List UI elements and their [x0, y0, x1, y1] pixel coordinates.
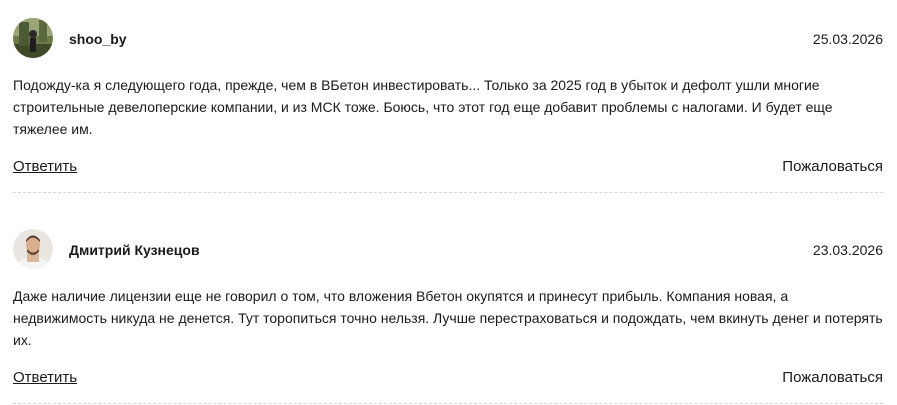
divider [13, 403, 883, 404]
reply-link[interactable]: Ответить [13, 369, 77, 386]
comment-date: 23.03.2026 [812, 242, 883, 258]
comment-date: 25.03.2026 [812, 31, 883, 47]
user-photo-icon [13, 229, 53, 269]
user-photo-icon [13, 18, 53, 58]
comment-actions: Ответить Пожаловаться [13, 369, 883, 391]
report-link[interactable]: Пожаловаться [782, 369, 883, 386]
avatar [13, 229, 53, 269]
comment-item: Дмитрий Кузнецов 23.03.2026 Даже наличие… [13, 229, 883, 351]
comment-text: Подожду-ка я следующего года, прежде, че… [13, 77, 833, 137]
comment-header: Дмитрий Кузнецов 23.03.2026 [13, 229, 883, 273]
divider [13, 192, 883, 193]
reply-link[interactable]: Ответить [13, 158, 77, 175]
comment-text: Даже наличие лицензии еще не говорил о т… [13, 288, 883, 348]
report-link[interactable]: Пожаловаться [782, 158, 883, 175]
comment-actions: Ответить Пожаловаться [13, 158, 883, 180]
avatar [13, 18, 53, 58]
comment-item: shoo_by 25.03.2026 Подожду-ка я следующе… [13, 18, 883, 140]
comment-header: shoo_by 25.03.2026 [13, 18, 883, 62]
comment-author: Дмитрий Кузнецов [69, 242, 200, 258]
comment-author: shoo_by [69, 31, 127, 47]
